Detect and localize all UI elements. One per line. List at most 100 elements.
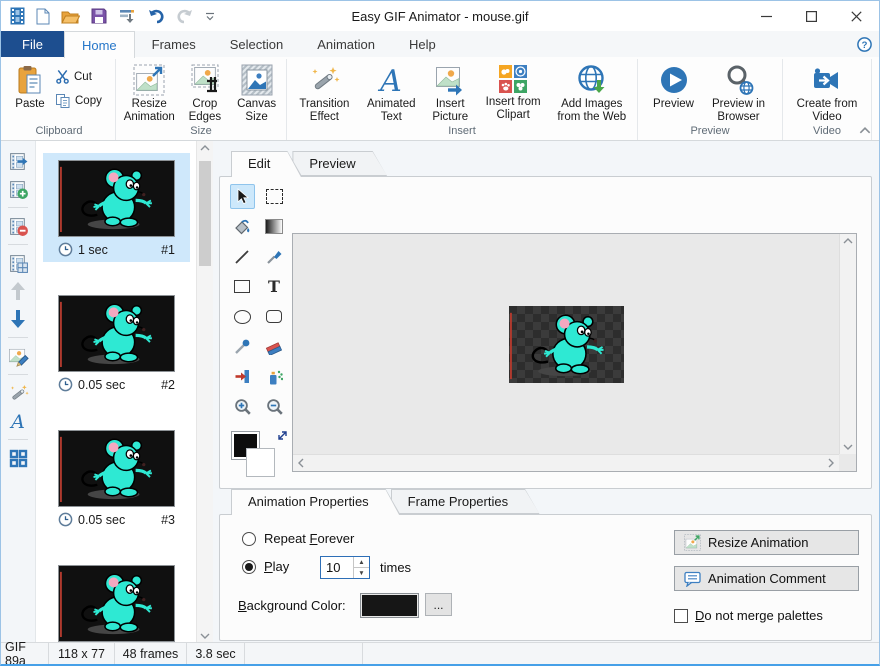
repeat-forever-radio[interactable]: Repeat Forever — [242, 531, 354, 546]
qat-customize-button[interactable] — [205, 6, 215, 26]
new-file-button[interactable] — [36, 6, 50, 26]
background-color-swatch[interactable] — [246, 448, 275, 477]
brush-tool[interactable] — [262, 244, 287, 269]
rounded-rectangle-tool[interactable] — [262, 304, 287, 329]
insert-picture-button[interactable]: Insert Picture — [426, 62, 475, 124]
preview-button[interactable]: Preview — [647, 62, 701, 111]
canvas-size-button[interactable]: Canvas Size — [232, 62, 281, 124]
group-label-video: Video — [788, 125, 866, 140]
fill-tool[interactable] — [230, 214, 255, 239]
copy-button[interactable]: Copy — [55, 93, 102, 109]
tab-edit[interactable]: Edit — [231, 151, 302, 177]
add-frame-button[interactable] — [7, 178, 29, 200]
frame-list-scrollbar[interactable] — [196, 141, 213, 643]
play-radio[interactable]: Play — [242, 559, 289, 574]
gradient-tool[interactable] — [262, 214, 287, 239]
cut-button[interactable]: Cut — [55, 69, 102, 84]
radio-icon[interactable] — [242, 560, 256, 574]
eyedropper-tool[interactable] — [230, 334, 255, 359]
frame-item-4[interactable]: 0.05 sec #4 — [43, 558, 190, 643]
tab-animation-properties[interactable]: Animation Properties — [231, 489, 401, 515]
optimize-button[interactable] — [118, 6, 136, 26]
tab-home[interactable]: Home — [64, 31, 135, 58]
spray-tool[interactable] — [262, 364, 287, 389]
radio-icon[interactable] — [242, 532, 256, 546]
transition-effect-button[interactable]: Transition Effect — [292, 62, 357, 124]
repeat-forever-label: Repeat Forever — [264, 531, 354, 546]
frame-item-3[interactable]: 0.05 sec #3 — [43, 423, 190, 532]
play-times-value[interactable]: 10 — [321, 557, 353, 578]
zoom-out-tool[interactable] — [262, 394, 287, 419]
redo-button[interactable] — [176, 6, 194, 26]
open-file-button[interactable] — [61, 6, 80, 26]
gif-image[interactable] — [509, 306, 624, 383]
frame-thumbnail-2 — [58, 295, 175, 372]
canvas-content[interactable] — [293, 234, 839, 454]
scroll-up-icon[interactable] — [200, 145, 210, 151]
move-frame-down-button[interactable] — [7, 308, 29, 330]
edit-frame-button[interactable] — [7, 345, 29, 367]
animation-properties-panel: Repeat Forever Play 10 ▲ ▼ times Backgro… — [219, 514, 872, 641]
insert-from-clipart-button[interactable]: Insert from Clipart — [478, 62, 549, 122]
animated-text-button[interactable]: A Animated Text — [360, 62, 423, 124]
tab-preview-editor[interactable]: Preview — [292, 151, 387, 177]
scroll-down-icon[interactable] — [843, 444, 853, 450]
resize-animation-panel-button[interactable]: Resize Animation — [674, 530, 859, 555]
tab-frames[interactable]: Frames — [135, 31, 213, 57]
preview-in-browser-button[interactable]: Preview in Browser — [704, 62, 774, 124]
scrollbar-thumb[interactable] — [199, 161, 211, 266]
play-times-spinner[interactable]: 10 ▲ ▼ — [320, 556, 370, 579]
tab-animation[interactable]: Animation — [300, 31, 392, 57]
line-tool[interactable] — [230, 244, 255, 269]
paste-button[interactable]: Paste — [8, 62, 52, 111]
animation-comment-button[interactable]: Animation Comment — [674, 566, 859, 591]
select-tool[interactable] — [230, 184, 255, 209]
resize-animation-button[interactable]: Resize Animation — [121, 62, 178, 124]
swap-colors-icon[interactable] — [276, 429, 289, 442]
spin-down-icon[interactable]: ▼ — [354, 567, 369, 578]
apply-effects-button[interactable] — [7, 382, 29, 404]
tab-help[interactable]: Help — [392, 31, 453, 57]
toolbar-separator — [8, 374, 28, 375]
canvas-vertical-scrollbar[interactable] — [839, 234, 856, 454]
extract-frame-button[interactable] — [7, 150, 29, 172]
tab-frame-properties[interactable]: Frame Properties — [391, 489, 540, 515]
scroll-up-icon[interactable] — [843, 238, 853, 244]
eraser-tool[interactable] — [262, 334, 287, 359]
scroll-down-icon[interactable] — [200, 633, 210, 639]
save-button[interactable] — [91, 6, 107, 26]
tab-file[interactable]: File — [1, 31, 64, 57]
spin-up-icon[interactable]: ▲ — [354, 557, 369, 567]
move-frame-up-button[interactable] — [7, 280, 29, 302]
delete-frame-button[interactable] — [7, 215, 29, 237]
frame-item-1[interactable]: 1 sec #1 — [43, 153, 190, 262]
canvas-horizontal-scrollbar[interactable] — [293, 454, 839, 471]
help-icon[interactable]: ? — [857, 37, 872, 52]
tab-selection[interactable]: Selection — [213, 31, 300, 57]
close-button[interactable] — [834, 1, 879, 31]
frame-item-2[interactable]: 0.05 sec #2 — [43, 288, 190, 397]
text-tool[interactable]: T — [262, 274, 287, 299]
collapse-ribbon-icon[interactable] — [859, 127, 871, 134]
background-color-value[interactable] — [360, 593, 419, 618]
add-images-from-web-button[interactable]: Add Images from the Web — [552, 62, 633, 124]
background-color-browse-button[interactable]: ... — [425, 593, 452, 616]
scroll-right-icon[interactable] — [828, 458, 834, 468]
rectangle-tool[interactable] — [230, 274, 255, 299]
ellipse-tool[interactable] — [230, 304, 255, 329]
crop-edges-button[interactable]: Crop Edges — [181, 62, 230, 124]
paste-into-frame-tool[interactable] — [230, 364, 255, 389]
minimize-button[interactable] — [744, 1, 789, 31]
maximize-button[interactable] — [789, 1, 834, 31]
scroll-left-icon[interactable] — [298, 458, 304, 468]
zoom-in-tool[interactable] — [230, 394, 255, 419]
edit-canvas[interactable] — [292, 233, 857, 472]
checkbox-icon[interactable] — [674, 609, 688, 623]
duplicate-frame-button[interactable] — [7, 252, 29, 274]
marquee-tool[interactable] — [262, 184, 287, 209]
tile-view-button[interactable] — [7, 447, 29, 469]
add-text-button[interactable]: A — [7, 410, 29, 432]
do-not-merge-palettes-checkbox[interactable]: Do not merge palettes — [674, 608, 823, 623]
create-from-video-button[interactable]: Create from Video — [792, 62, 862, 124]
undo-button[interactable] — [147, 6, 165, 26]
